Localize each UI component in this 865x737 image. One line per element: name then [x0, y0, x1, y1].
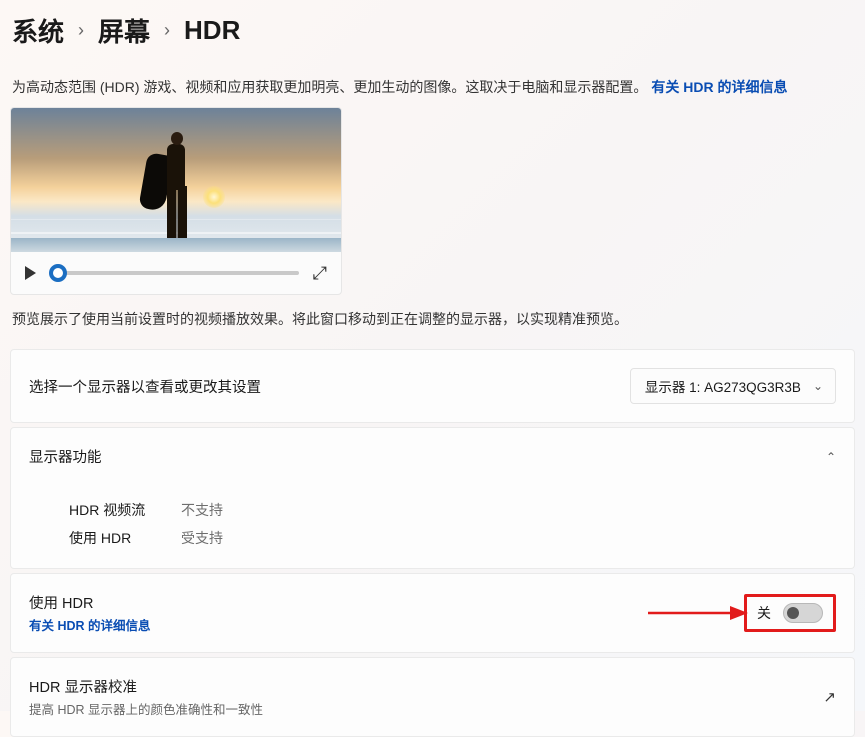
preview-image	[11, 108, 341, 252]
display-capabilities-title: 显示器功能	[29, 446, 102, 467]
video-preview: ⤢	[10, 107, 342, 295]
annotation-arrow-icon	[648, 603, 748, 623]
display-selector-row: 选择一个显示器以查看或更改其设置 显示器 1: AG273QG3R3B ⌄	[10, 349, 855, 423]
capability-value: 不支持	[181, 496, 223, 524]
open-external-icon[interactable]: ↗	[823, 688, 836, 706]
toggle-knob	[787, 607, 799, 619]
display-capabilities-header[interactable]: 显示器功能 ⌃	[10, 427, 855, 486]
use-hdr-title: 使用 HDR	[29, 592, 151, 613]
use-hdr-info-link[interactable]: 有关 HDR 的详细信息	[29, 615, 151, 634]
preview-controls: ⤢	[11, 252, 341, 294]
display-capabilities-body: HDR 视频流 不支持 使用 HDR 受支持	[10, 482, 855, 569]
preview-caption: 预览展示了使用当前设置时的视频播放效果。将此窗口移动到正在调整的显示器，以实现精…	[12, 309, 855, 329]
fullscreen-icon[interactable]: ⤢	[313, 264, 327, 282]
breadcrumb-display[interactable]: 屏幕	[98, 12, 150, 49]
hdr-calibration-sub: 提高 HDR 显示器上的颜色准确性和一致性	[29, 699, 263, 718]
use-hdr-toggle-state: 关	[757, 603, 771, 623]
slider-thumb[interactable]	[49, 264, 67, 282]
chevron-up-icon: ⌃	[826, 450, 836, 464]
capability-row: 使用 HDR 受支持	[69, 524, 836, 552]
capability-key: 使用 HDR	[69, 524, 155, 552]
capability-row: HDR 视频流 不支持	[69, 496, 836, 524]
hdr-info-link[interactable]: 有关 HDR 的详细信息	[651, 79, 787, 95]
display-dropdown[interactable]: 显示器 1: AG273QG3R3B ⌄	[630, 368, 836, 404]
hdr-calibration-title: HDR 显示器校准	[29, 676, 263, 697]
page-description: 为高动态范围 (HDR) 游戏、视频和应用获取更加明亮、更加生动的图像。这取决于…	[12, 77, 855, 97]
play-icon[interactable]	[25, 266, 36, 280]
description-text: 为高动态范围 (HDR) 游戏、视频和应用获取更加明亮、更加生动的图像。这取决于…	[12, 79, 647, 95]
display-dropdown-value: 显示器 1: AG273QG3R3B	[645, 376, 801, 396]
breadcrumb: 系统 › 屏幕 › HDR	[12, 12, 855, 49]
chevron-right-icon: ›	[164, 20, 170, 41]
display-selector-label: 选择一个显示器以查看或更改其设置	[29, 376, 261, 397]
chevron-down-icon: ⌄	[813, 379, 823, 393]
annotation-highlight: 关	[744, 594, 836, 632]
breadcrumb-hdr: HDR	[184, 15, 240, 46]
video-progress-slider[interactable]	[50, 271, 299, 275]
capability-value: 受支持	[181, 524, 223, 552]
breadcrumb-system[interactable]: 系统	[12, 12, 64, 49]
use-hdr-row: 使用 HDR 有关 HDR 的详细信息 关	[10, 573, 855, 653]
chevron-right-icon: ›	[78, 20, 84, 41]
hdr-calibration-row[interactable]: HDR 显示器校准 提高 HDR 显示器上的颜色准确性和一致性 ↗	[10, 657, 855, 737]
use-hdr-toggle[interactable]	[783, 603, 823, 623]
capability-key: HDR 视频流	[69, 496, 155, 524]
